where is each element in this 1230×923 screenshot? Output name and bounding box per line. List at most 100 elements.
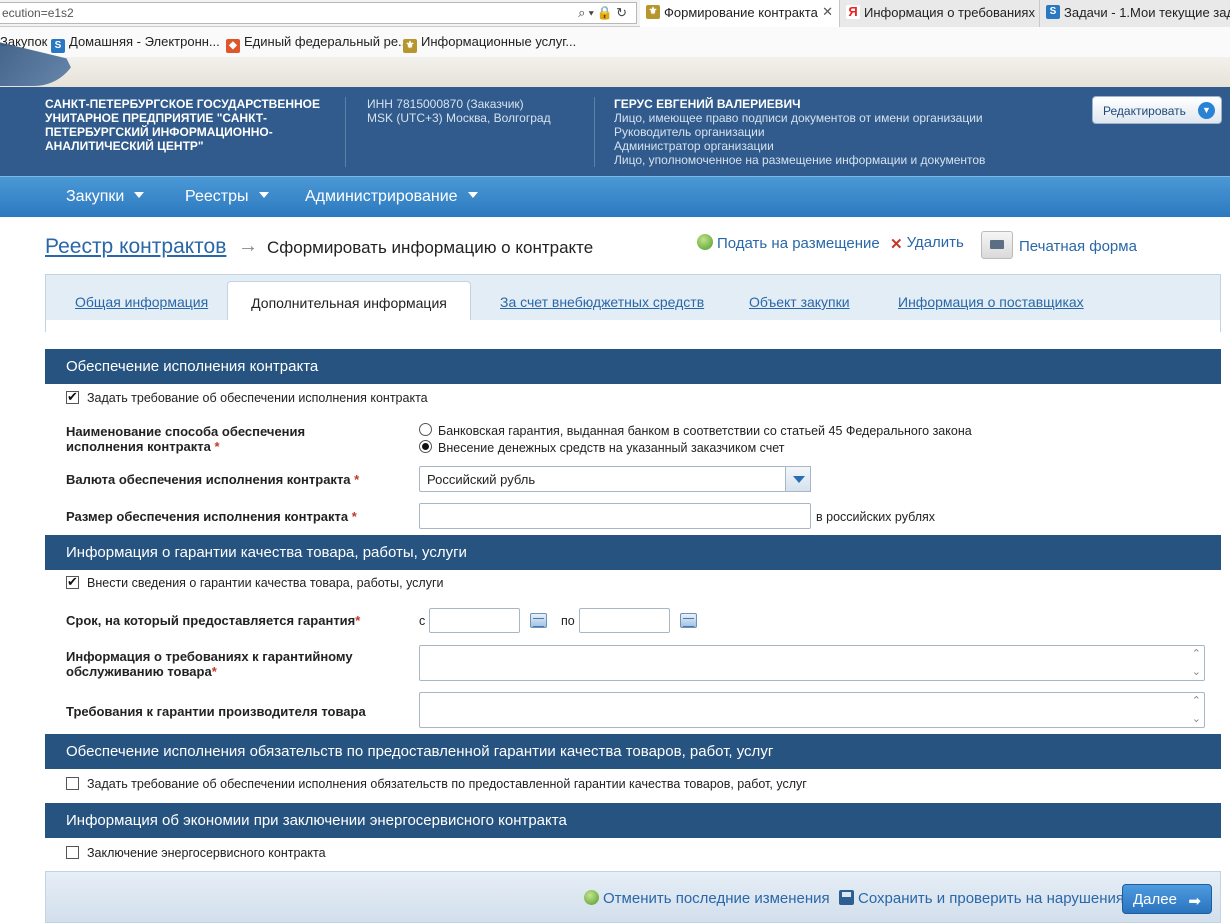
amount-input[interactable]	[419, 503, 811, 529]
date-to-input[interactable]	[579, 608, 670, 633]
arrow-right-icon: →	[238, 235, 258, 257]
checkbox-label: Внести сведения о гарантии качества това…	[87, 576, 444, 590]
publish-button[interactable]: Подать на размещение	[697, 234, 880, 252]
favorite-label: Единый федеральный ре...	[244, 34, 409, 49]
tab-extrabudget[interactable]: За счет внебюджетных средств	[500, 294, 704, 310]
scroll-up-icon[interactable]: ⌃	[1192, 649, 1201, 660]
tab-suppliers[interactable]: Информация о поставщиках	[898, 294, 1084, 310]
section-header-obligations: Обеспечение исполнения обязательств по п…	[45, 734, 1221, 769]
security-requirement-checkbox[interactable]	[66, 389, 79, 405]
browser-tab-label: Информация о требованиях ...	[864, 5, 1040, 20]
browser-tab-contract[interactable]: ⚜ Формирование контракта ✕	[640, 0, 840, 27]
print-label: Печатная форма	[1019, 238, 1137, 255]
emblem-icon: ⚜	[403, 39, 417, 53]
publish-label: Подать на размещение	[717, 235, 880, 252]
flag-icon: ◆	[226, 39, 240, 53]
radio-cash-deposit[interactable]	[419, 440, 432, 453]
browser-tab-tasks[interactable]: S Задачи - 1.Мои текущие зада...	[1040, 0, 1230, 27]
label-text: Валюта обеспечения исполнения контракта	[66, 472, 351, 487]
save-icon	[839, 890, 854, 905]
refresh-icon[interactable]: ↻	[616, 5, 630, 20]
nav-item-purchases[interactable]: Закупки	[66, 188, 145, 206]
lock-icon: 🔒	[596, 5, 617, 20]
favorite-label: Информационные услуг...	[421, 34, 577, 49]
amount-unit: в российских рублях	[816, 510, 936, 524]
undo-icon	[584, 890, 599, 905]
save-label: Сохранить и проверить на нарушения	[858, 890, 1125, 907]
tab-additional[interactable]: Дополнительная информация	[227, 281, 471, 321]
required-mark: *	[354, 472, 360, 487]
method-label: Наименование способа обеспечения исполне…	[66, 424, 366, 454]
chevron-down-icon	[258, 192, 269, 198]
period-label: Срок, на который предоставляется гаранти…	[66, 613, 360, 628]
sharepoint-icon: S	[51, 39, 65, 53]
tab-general[interactable]: Общая информация	[75, 294, 208, 310]
currency-select[interactable]: Российский рубль	[419, 466, 811, 492]
favorite-item[interactable]: ◆ Единый федеральный ре...	[226, 34, 409, 53]
user-info: ГЕРУС ЕВГЕНИЙ ВАЛЕРИЕВИЧ Лицо, имеющее п…	[614, 97, 985, 167]
to-label: по	[561, 614, 575, 628]
save-and-check-button[interactable]: Сохранить и проверить на нарушения	[839, 890, 1124, 907]
user-role: Администратор организации	[614, 139, 774, 153]
checkbox-label: Задать требование об обеспечении исполне…	[87, 391, 428, 405]
edit-profile-button[interactable]: Редактировать ▼	[1092, 96, 1222, 124]
browser-tab-label: Задачи - 1.Мои текущие зада...	[1064, 5, 1230, 20]
search-icon[interactable]: ⌕	[578, 5, 588, 20]
chevron-down-icon[interactable]	[785, 466, 811, 492]
browser-tab-requirements[interactable]: Я Информация о требованиях ...	[840, 0, 1040, 27]
nav-item-registries[interactable]: Реестры	[185, 188, 269, 206]
divider	[345, 97, 346, 167]
top-strip	[0, 57, 1230, 87]
scroll-up-icon[interactable]: ⌃	[1192, 696, 1201, 707]
site-header: САНКТ-ПЕТЕРБУРГСКОЕ ГОСУДАРСТВЕННОЕ УНИТ…	[0, 87, 1230, 176]
obligations-requirement-checkbox[interactable]	[66, 777, 79, 790]
page-title: Сформировать информацию о контракте	[267, 238, 594, 257]
delete-button[interactable]: ✕ Удалить	[890, 234, 964, 253]
scroll-down-icon[interactable]: ⌄	[1192, 714, 1201, 725]
scroll-down-icon[interactable]: ⌄	[1192, 667, 1201, 678]
organization-info: ИНН 7815000870 (Заказчик) MSK (UTC+3) Мо…	[367, 97, 551, 125]
required-mark: *	[211, 664, 217, 679]
label-text: Размер обеспечения исполнения контракта	[66, 509, 349, 524]
chevron-down-icon	[134, 192, 145, 198]
user-role: Лицо, имеющее право подписи документов о…	[614, 111, 983, 125]
nav-label: Закупки	[66, 188, 125, 205]
breadcrumb-contracts-registry[interactable]: Реестр контрактов	[45, 235, 226, 259]
divider	[594, 97, 595, 167]
address-bar[interactable]: ecution=e1s2 ⌕▾🔒↻	[0, 2, 637, 24]
undo-label: Отменить последние изменения	[603, 890, 830, 907]
favorite-item[interactable]: ⚜ Информационные услуг...	[403, 34, 576, 53]
close-icon[interactable]: ✕	[822, 4, 833, 20]
address-text: ecution=e1s2	[2, 6, 74, 20]
favorite-item[interactable]: S Домашняя - Электронн...	[51, 34, 220, 53]
manufacturer-guarantee-textarea[interactable]: ⌃ ⌄	[419, 692, 1205, 728]
organization-name: САНКТ-ПЕТЕРБУРГСКОЕ ГОСУДАРСТВЕННОЕ УНИТ…	[45, 97, 321, 153]
undo-changes-button[interactable]: Отменить последние изменения	[584, 890, 830, 907]
service-requirements-textarea[interactable]: ⌃ ⌄	[419, 645, 1205, 681]
chevron-down-icon: ▼	[1198, 102, 1215, 119]
currency-label: Валюта обеспечения исполнения контракта …	[66, 472, 359, 487]
amount-label: Размер обеспечения исполнения контракта …	[66, 509, 357, 524]
energy-contract-checkbox[interactable]	[66, 846, 79, 859]
nav-item-administration[interactable]: Администрирование	[305, 188, 478, 206]
select-value: Российский рубль	[427, 472, 536, 487]
print-form-button[interactable]: Печатная форма	[981, 231, 1137, 259]
date-from-input[interactable]	[429, 608, 520, 633]
address-bar-icons: ⌕▾🔒↻	[578, 5, 630, 21]
next-button[interactable]: Далее ➡	[1122, 884, 1212, 914]
favorites-bar: Закупок S Домашняя - Электронн... ◆ Единый…	[0, 27, 1230, 57]
calendar-icon[interactable]	[680, 613, 697, 628]
dropdown-icon[interactable]: ▾	[588, 5, 596, 20]
browser-tab-label: Формирование контракта	[664, 5, 818, 20]
user-role: Лицо, уполномоченное на размещение инфор…	[614, 153, 986, 167]
favorite-label: Домашняя - Электронн...	[69, 34, 220, 49]
delete-icon: ✕	[890, 236, 903, 253]
tab-purchase-object[interactable]: Объект закупки	[749, 294, 850, 310]
required-mark: *	[355, 613, 361, 628]
radio-bank-guarantee[interactable]	[419, 423, 432, 436]
calendar-icon[interactable]	[530, 613, 547, 628]
form-footer: Отменить последние изменения Сохранить и…	[45, 871, 1221, 923]
globe-icon	[697, 234, 713, 250]
guarantee-info-checkbox[interactable]	[66, 574, 79, 590]
yandex-icon: Я	[846, 5, 860, 19]
